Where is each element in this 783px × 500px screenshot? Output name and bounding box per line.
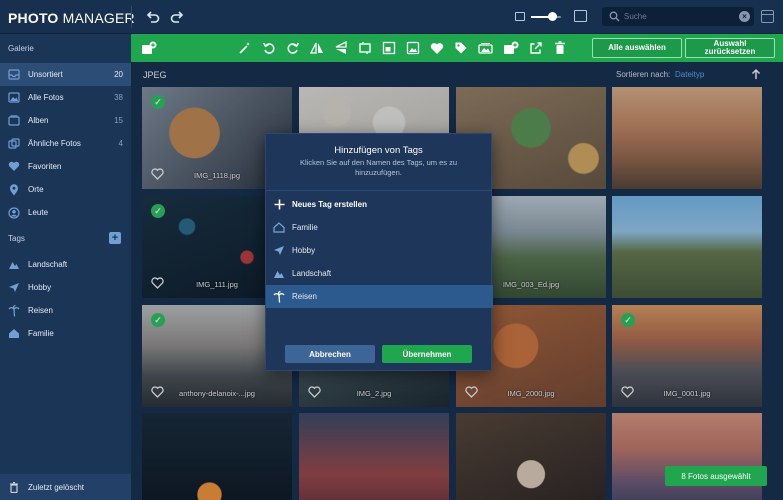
sidebar-item-count: 15 [114,116,123,125]
sidebar-tag-travel[interactable]: Reisen [0,299,131,322]
flip-vertical-icon[interactable] [333,40,349,56]
sidebar-item-label: Hobby [28,283,52,292]
reset-selection-button[interactable]: Auswahl zurücksetzen [685,38,775,58]
sidebar-tag-family[interactable]: Familie [0,322,131,345]
search-box: × [602,7,754,26]
sidebar-item-count: 38 [114,93,123,102]
sidebar-item-places[interactable]: Orte [0,178,131,201]
sidebar-item-label: Leute [28,208,49,217]
house-icon [266,222,292,233]
sidebar-item-favorites[interactable]: Favoriten [0,155,131,178]
edit-toolbar: Alle auswählen Auswahl zurücksetzen [131,34,783,62]
search-input[interactable] [624,9,734,24]
recently-deleted[interactable]: Zuletzt gelöscht [0,474,131,500]
sidebar-item-label: Ähnliche Fotos [28,139,81,148]
clear-search-icon[interactable]: × [739,11,750,22]
large-thumbnail-icon[interactable] [574,10,587,22]
delete-icon[interactable] [552,40,568,56]
sidebar-item-unsorted[interactable]: Unsortiert 20 [0,63,131,86]
tag-option-family[interactable]: Familie [266,216,493,239]
crop-icon[interactable] [357,40,373,56]
person-icon [0,206,28,219]
rotate-left-icon[interactable] [261,40,277,56]
tags-section-label: Tags [8,234,25,243]
similar-photos-icon [0,138,28,149]
share-icon[interactable] [528,40,544,56]
landscape-icon [0,259,28,270]
redo-icon[interactable] [169,9,185,25]
top-bar: PHOTO MANAGER × [0,0,783,34]
landscape-icon [266,268,292,279]
sidebar-tag-hobby[interactable]: Hobby [0,276,131,299]
sidebar-item-label: Alle Fotos [28,93,64,102]
slideshow-icon[interactable] [477,40,493,56]
recently-deleted-label: Zuletzt gelöscht [28,482,85,492]
small-thumbnail-icon[interactable] [515,12,525,21]
logo-divider [131,6,132,28]
location-pin-icon [0,183,28,196]
sidebar-item-people[interactable]: Leute [0,201,131,224]
search-icon [609,11,620,22]
tag-option-label: Hobby [292,246,316,255]
add-to-album-icon[interactable] [141,40,157,56]
tag-option-landscape[interactable]: Landschaft [266,262,493,285]
app-logo: PHOTO MANAGER [8,10,135,26]
palm-tree-icon [266,290,292,303]
sidebar: Galerie Unsortiert 20 Alle Fotos 38 Albe… [0,34,131,500]
select-all-button[interactable]: Alle auswählen [592,38,682,58]
tag-option-label: Reisen [292,292,317,301]
sidebar-item-count: 20 [114,70,123,79]
apply-button[interactable]: Übernehmen [382,345,472,363]
cancel-button[interactable]: Abbrechen [285,345,375,363]
trash-icon [0,481,28,493]
sidebar-item-count: 4 [118,139,123,148]
flip-horizontal-icon[interactable] [309,40,325,56]
sidebar-item-label: Orte [28,185,44,194]
image-adjust-icon[interactable] [405,40,421,56]
tag-option-travel[interactable]: Reisen [266,285,493,308]
sidebar-item-all-photos[interactable]: Alle Fotos 38 [0,86,131,109]
resize-icon[interactable] [381,40,397,56]
gallery-section-label: Galerie [8,44,34,53]
sidebar-item-albums[interactable]: Alben 15 [0,109,131,132]
tag-icon[interactable] [453,40,469,56]
paper-plane-icon [266,245,292,256]
selection-count-badge: 8 Fotos ausgewählt [665,466,767,486]
add-tag-button[interactable]: + [109,232,121,244]
paper-plane-icon [0,282,28,293]
zoom-slider-knob[interactable] [548,12,557,21]
magic-wand-icon[interactable] [237,40,253,56]
tag-option-label: Familie [292,223,318,232]
sidebar-item-label: Favoriten [28,162,62,171]
tag-option-label: Landschaft [292,269,332,278]
sidebar-item-label: Alben [28,116,49,125]
add-photo-icon[interactable] [503,40,519,56]
create-new-tag[interactable]: Neues Tag erstellen [266,193,493,216]
sidebar-item-similar-photos[interactable]: Ähnliche Fotos 4 [0,132,131,155]
heart-icon[interactable] [429,40,445,56]
zoom-slider[interactable] [531,12,561,21]
inbox-icon [0,69,28,80]
heart-icon [0,161,28,172]
house-icon [0,328,28,339]
albums-icon [0,115,28,126]
add-tags-dialog: Hinzufügen von Tags Klicken Sie auf den … [265,133,493,371]
tag-option-hobby[interactable]: Hobby [266,239,493,262]
calendar-icon[interactable] [761,10,774,23]
palm-tree-icon [0,304,28,317]
sidebar-item-label: Unsortiert [28,70,63,79]
dialog-divider [266,190,491,191]
photos-icon [0,92,28,103]
sidebar-tag-landscape[interactable]: Landschaft [0,253,131,276]
dialog-hint: Klicken Sie auf den Namen des Tags, um e… [299,158,458,177]
rotate-right-icon[interactable] [285,40,301,56]
sidebar-item-label: Reisen [28,306,53,315]
create-new-tag-label: Neues Tag erstellen [292,200,367,209]
plus-icon [266,199,292,210]
undo-icon[interactable] [145,9,161,25]
dialog-title: Hinzufügen von Tags [334,145,423,156]
sidebar-item-label: Landschaft [28,260,68,269]
sidebar-item-label: Familie [28,329,54,338]
